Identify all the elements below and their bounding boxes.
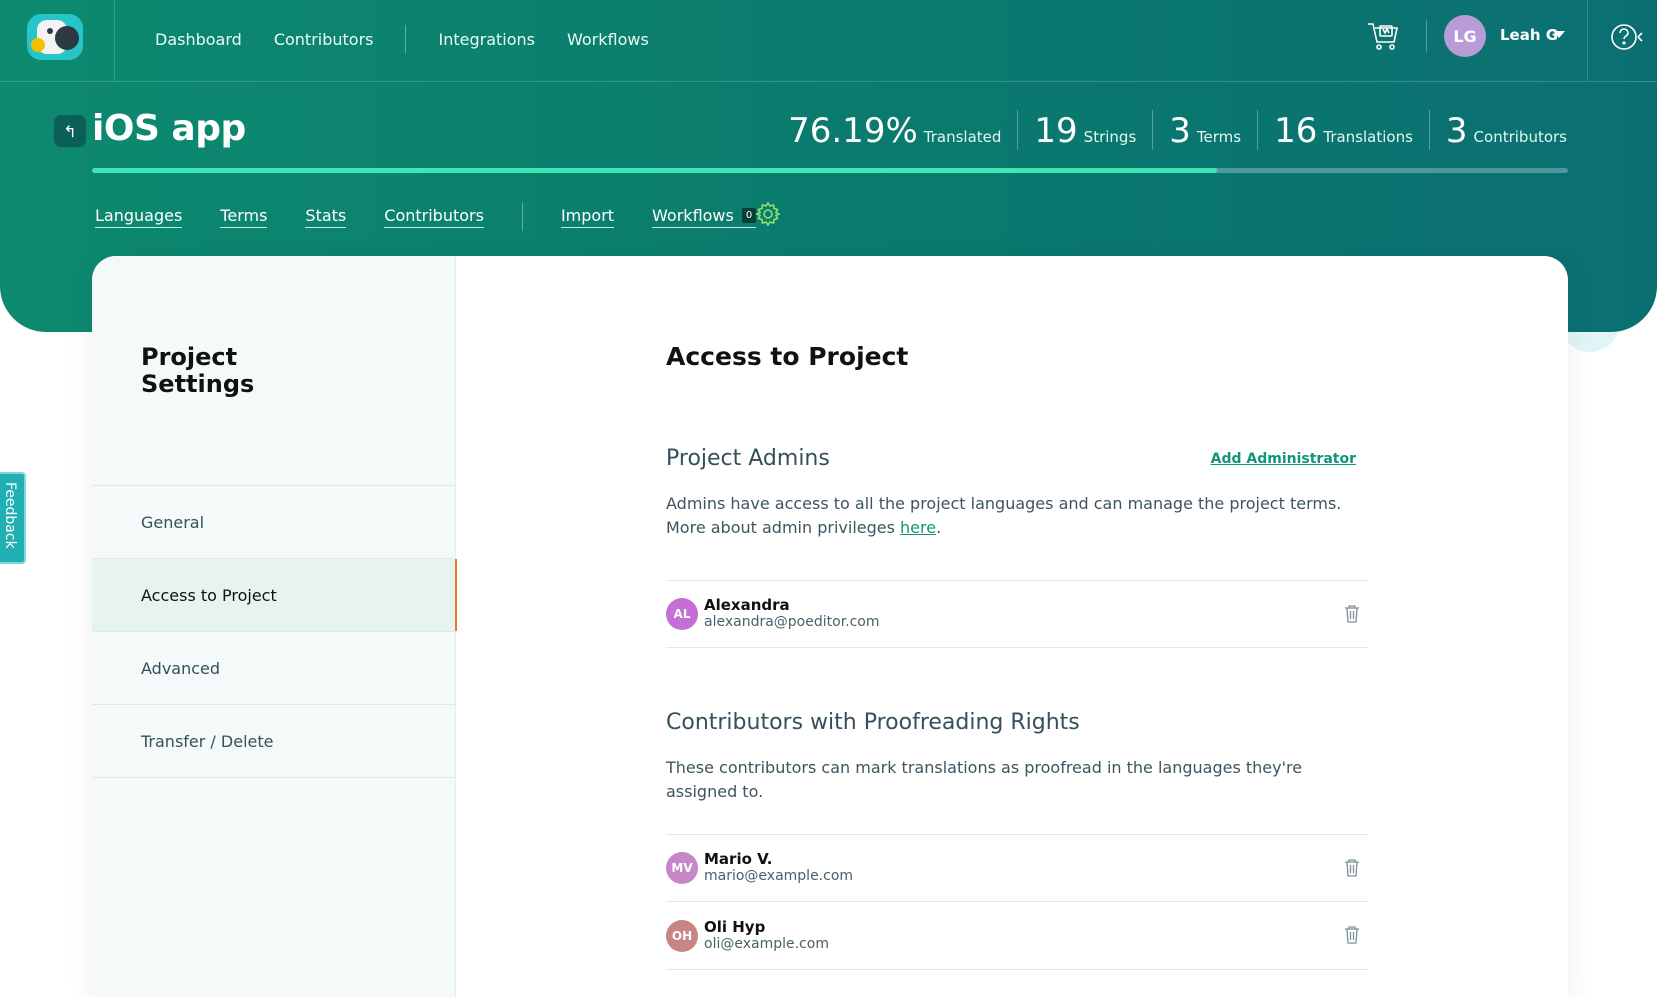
- project-subnav: Languages Terms Stats Contributors Impor…: [95, 203, 794, 231]
- user-name: Alexandra: [704, 596, 790, 614]
- settings-card: Project Settings General Access to Proje…: [92, 256, 1568, 997]
- user-info: Mario V. mario@example.com: [704, 851, 853, 885]
- avatar: AL: [666, 598, 698, 630]
- proofreaders-section-title: Contributors with Proofreading Rights: [666, 710, 1080, 735]
- stat-label: Terms: [1196, 128, 1242, 146]
- chevron-down-icon[interactable]: [1553, 31, 1565, 38]
- tab-import[interactable]: Import: [560, 206, 615, 228]
- nav-dashboard[interactable]: Dashboard: [155, 30, 242, 49]
- proofreader-row: OH Oli Hyp oli@example.com: [666, 902, 1368, 970]
- page-title: Access to Project: [666, 342, 909, 371]
- stat-translated: 76.19% Translated: [772, 110, 1017, 150]
- user-email: oli@example.com: [704, 935, 829, 952]
- trash-icon[interactable]: [1344, 859, 1360, 877]
- user-info: Alexandra alexandra@poeditor.com: [704, 597, 880, 631]
- user-name: Oli Hyp: [704, 917, 766, 936]
- subnav-divider: [521, 203, 523, 231]
- trash-icon[interactable]: [1344, 926, 1360, 944]
- admin-row: AL Alexandra alexandra@poeditor.com: [666, 580, 1368, 648]
- sidebar-title: Project Settings: [141, 343, 255, 398]
- help-icon[interactable]: [1610, 22, 1644, 52]
- translation-progress-bar: [92, 168, 1568, 173]
- stat-label: Strings: [1083, 128, 1137, 146]
- sidebar-item-transfer-delete[interactable]: Transfer / Delete: [92, 705, 456, 778]
- nav-contributors[interactable]: Contributors: [274, 30, 374, 49]
- project-stats: 76.19% Translated 19 Strings 3 Terms 16 …: [772, 110, 1567, 150]
- user-email: alexandra@poeditor.com: [704, 614, 880, 630]
- back-button[interactable]: ↰: [54, 115, 86, 147]
- stat-label: Translations: [1323, 128, 1413, 146]
- user-name[interactable]: Leah G: [1500, 26, 1558, 44]
- stat-value: 76.19%: [788, 111, 918, 151]
- stat-value: 3: [1169, 111, 1191, 151]
- logo-container: [0, 0, 115, 81]
- settings-sidebar: Project Settings General Access to Proje…: [92, 256, 457, 997]
- trash-icon[interactable]: [1344, 605, 1360, 623]
- tab-terms[interactable]: Terms: [220, 206, 268, 228]
- sidebar-item-advanced[interactable]: Advanced: [92, 632, 456, 705]
- tab-contributors[interactable]: Contributors: [384, 206, 484, 228]
- stat-value: 16: [1274, 111, 1318, 151]
- feedback-label: Feedback: [2, 482, 18, 549]
- tab-languages[interactable]: Languages: [95, 206, 183, 228]
- top-navbar: Dashboard Contributors Integrations Work…: [0, 0, 1657, 82]
- admin-privileges-link[interactable]: here: [900, 518, 936, 537]
- user-info: Oli Hyp oli@example.com: [704, 917, 829, 953]
- admins-description-end: .: [936, 518, 942, 537]
- avatar: OH: [666, 919, 698, 952]
- add-administrator-link[interactable]: Add Administrator: [1211, 451, 1356, 467]
- admins-section-title: Project Admins: [666, 446, 830, 471]
- main-nav: Dashboard Contributors Integrations Work…: [155, 25, 681, 53]
- stat-strings[interactable]: 19 Strings: [1017, 110, 1152, 150]
- avatar: MV: [666, 852, 698, 884]
- app-logo[interactable]: [27, 14, 83, 60]
- nav-divider: [405, 25, 407, 53]
- user-avatar[interactable]: LG: [1444, 15, 1486, 57]
- stat-value: 3: [1445, 111, 1468, 151]
- sidebar-menu: General Access to Project Advanced Trans…: [92, 485, 457, 778]
- stat-contributors[interactable]: 3 Contributors: [1428, 110, 1567, 151]
- stat-value: 19: [1034, 111, 1078, 151]
- nav-integrations[interactable]: Integrations: [438, 30, 535, 49]
- cart-icon[interactable]: [1366, 20, 1400, 52]
- project-title: iOS app: [92, 108, 246, 149]
- tab-workflows[interactable]: Workflows 0: [652, 206, 757, 228]
- stat-translations[interactable]: 16 Translations: [1257, 110, 1429, 150]
- tab-stats[interactable]: Stats: [305, 206, 347, 228]
- user-email: mario@example.com: [704, 868, 854, 884]
- proofreaders-description: These contributors can mark translations…: [666, 758, 1303, 801]
- stat-label: Contributors: [1473, 128, 1567, 146]
- stat-terms[interactable]: 3 Terms: [1152, 110, 1257, 150]
- proofreader-row: MV Mario V. mario@example.com: [666, 834, 1368, 902]
- user-divider: [1426, 20, 1427, 52]
- tab-workflows-label: Workflows: [652, 206, 734, 225]
- progress-fill: [92, 168, 1217, 173]
- help-container: [1587, 0, 1657, 81]
- stat-label: Translated: [923, 128, 1002, 146]
- sidebar-item-general[interactable]: General: [92, 486, 456, 559]
- admins-description: Admins have access to all the project la…: [666, 492, 1368, 540]
- nav-workflows[interactable]: Workflows: [567, 30, 649, 49]
- user-name: Mario V.: [704, 850, 773, 868]
- feedback-tab[interactable]: Feedback: [0, 472, 26, 564]
- sidebar-item-access-to-project[interactable]: Access to Project: [92, 559, 457, 632]
- admins-description-text: Admins have access to all the project la…: [666, 494, 1342, 537]
- gear-icon[interactable]: [755, 201, 781, 227]
